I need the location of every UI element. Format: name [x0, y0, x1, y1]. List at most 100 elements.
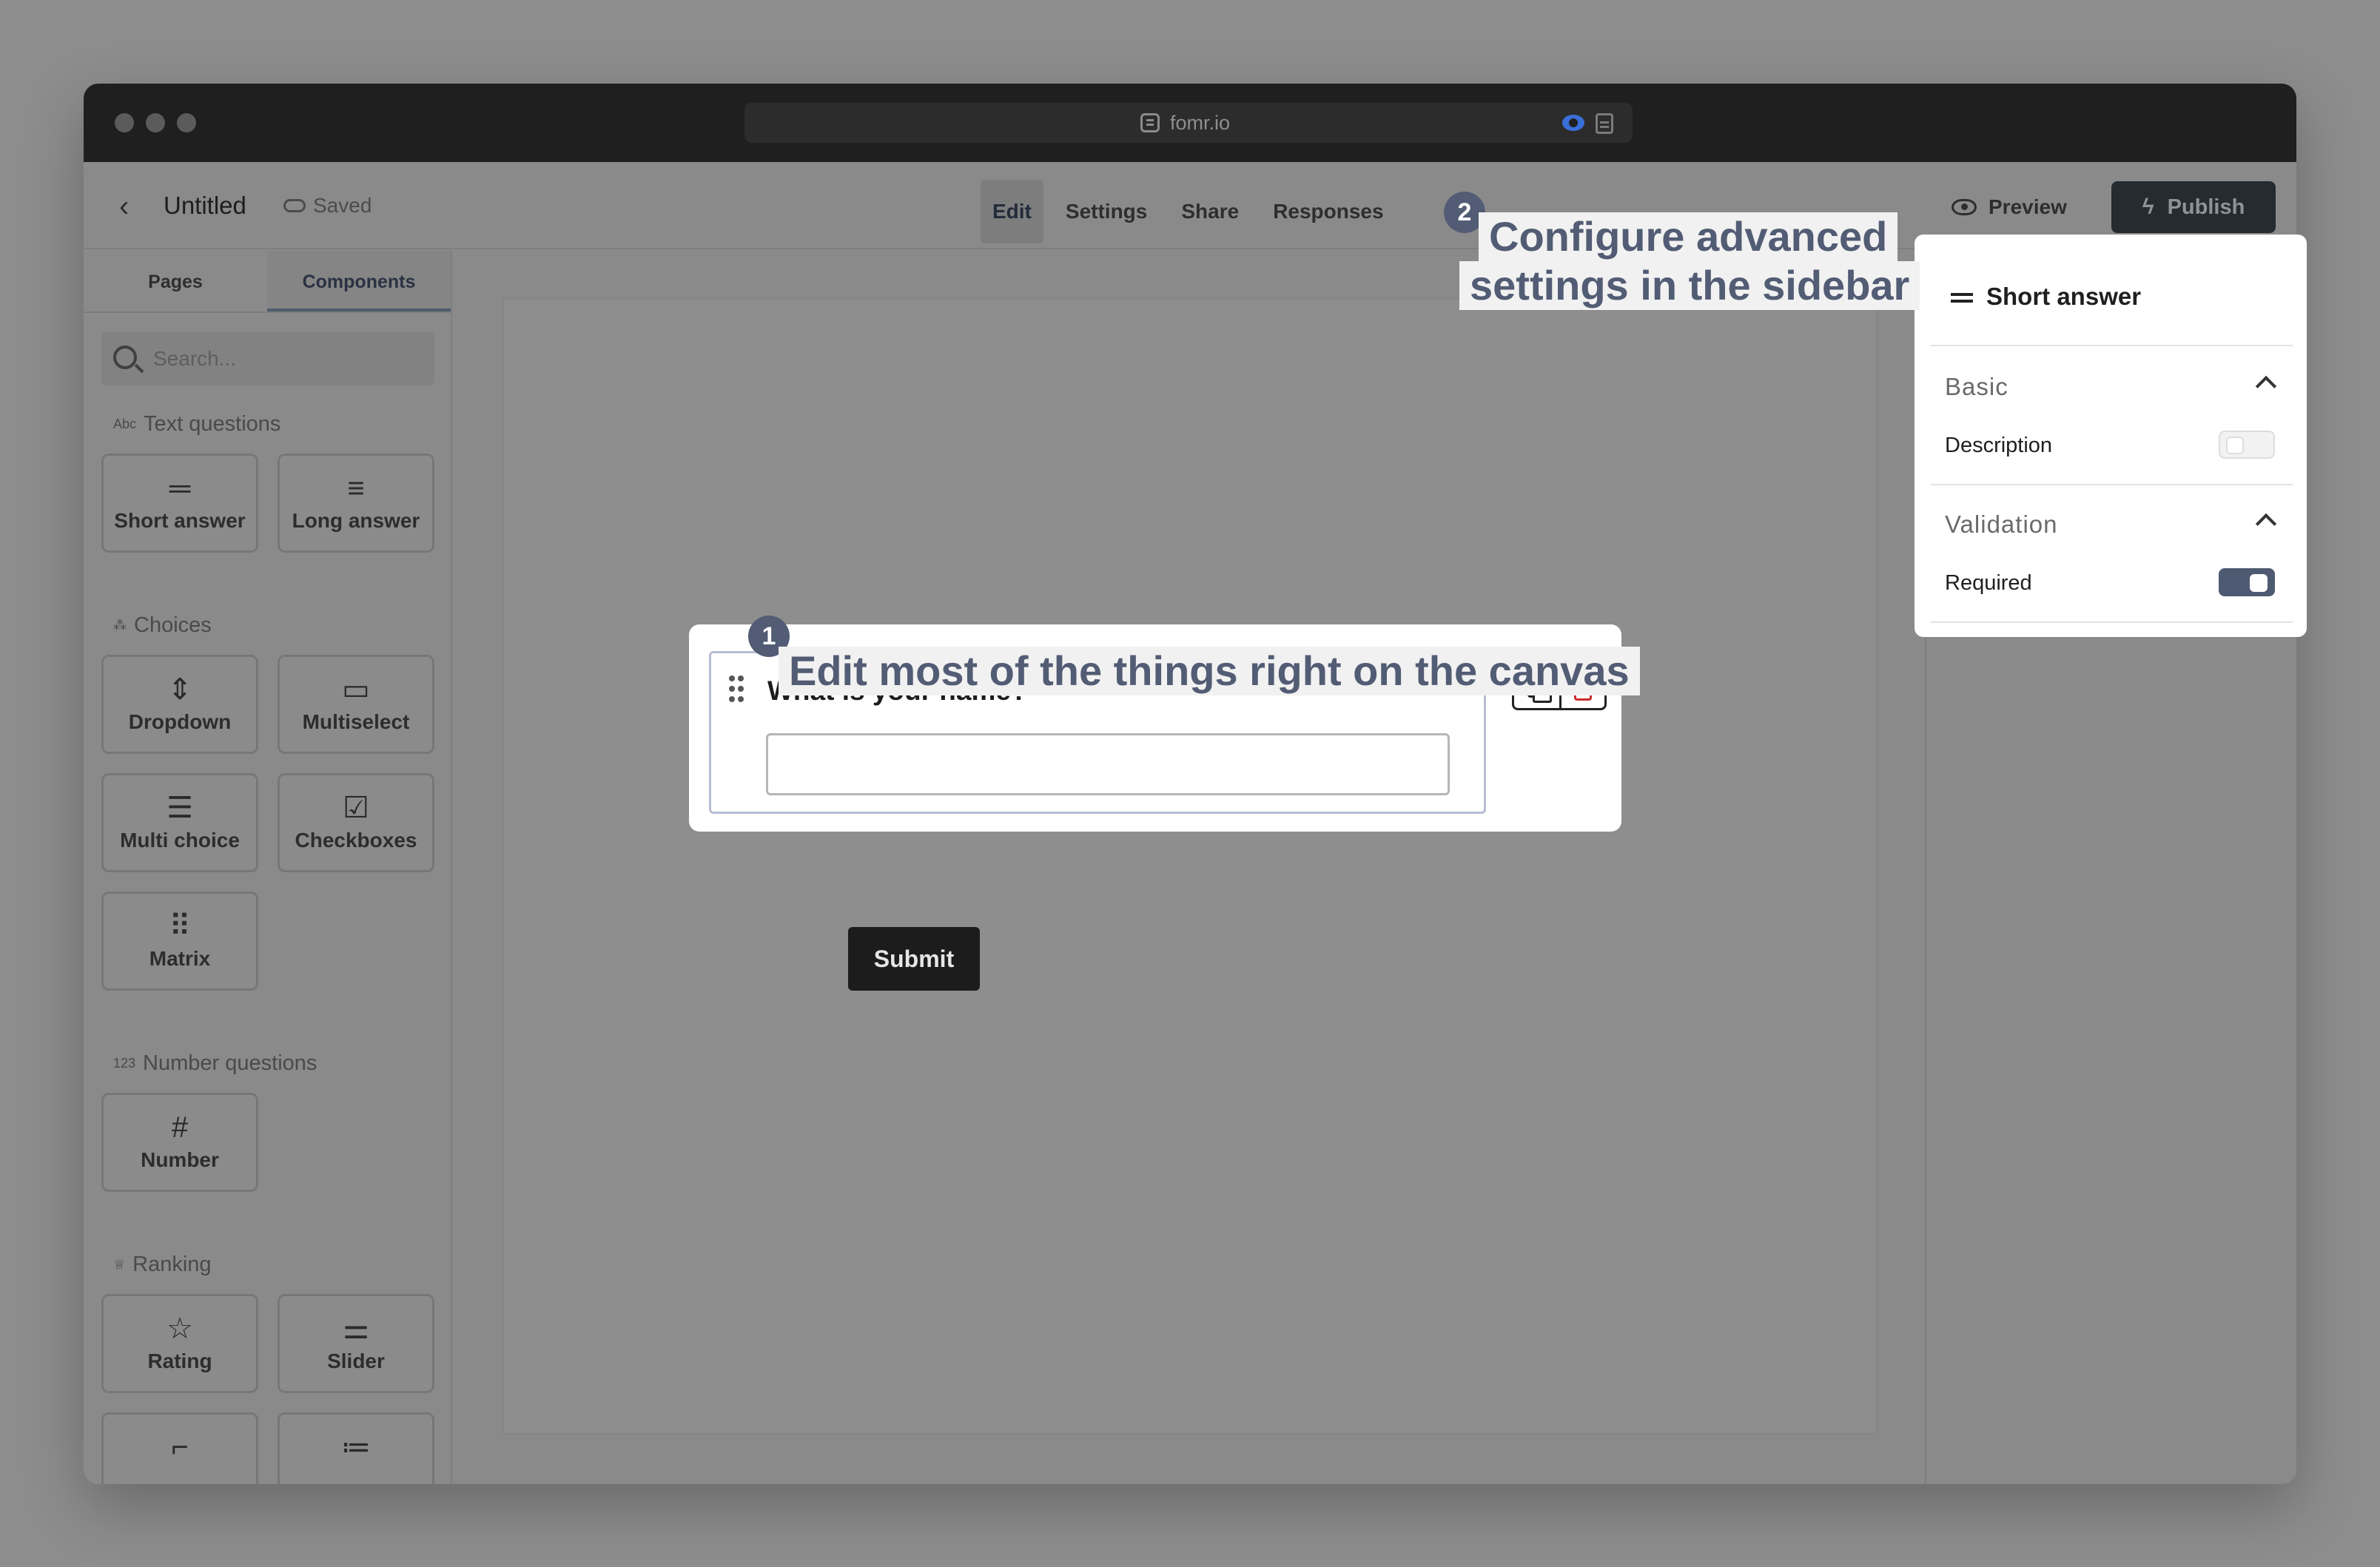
search-input[interactable] [153, 332, 427, 385]
required-toggle[interactable] [2219, 568, 2275, 596]
submit-button[interactable]: Submit [848, 927, 980, 991]
saved-label: Saved [313, 194, 372, 217]
preview-button[interactable]: Preview [1934, 183, 2085, 232]
component-slider[interactable]: ⚌ Slider [278, 1294, 434, 1393]
description-toggle[interactable] [2219, 431, 2275, 459]
form-canvas[interactable] [502, 298, 1878, 1435]
basic-section: Basic Description [1930, 348, 2293, 485]
matrix-icon: ⠿ [169, 910, 191, 943]
publish-label: Publish [2167, 195, 2245, 219]
settings-title: Short answer [1986, 283, 2142, 310]
form-title[interactable]: Untitled [164, 192, 246, 220]
ranked-list-icon: ≔ [341, 1431, 371, 1463]
section-number-questions: 123 Number questions [113, 1051, 317, 1076]
number-123-icon: 123 [113, 1056, 136, 1071]
section-choices: ⁂ Choices [113, 613, 212, 638]
window-controls [115, 113, 196, 132]
slider-icon: ⚌ [343, 1312, 369, 1345]
section-label: Text questions [144, 412, 281, 436]
component-label: Number [141, 1148, 219, 1171]
component-partial[interactable]: ≔ [278, 1412, 434, 1484]
star-icon: ☆ [167, 1312, 193, 1345]
url-text: fomr.io [1170, 112, 1231, 134]
short-answer-icon [1951, 293, 1973, 296]
reader-mode-icon[interactable] [1596, 113, 1613, 134]
section-label: Choices [134, 613, 212, 637]
section-label: Ranking [132, 1253, 212, 1276]
site-icon [1140, 113, 1160, 132]
toggle-knob [2226, 437, 2244, 454]
address-bar[interactable]: fomr.io [744, 103, 1633, 143]
canvas-area [454, 251, 1925, 1484]
save-status: Saved [283, 194, 372, 218]
section-ranking: ♕ Ranking [113, 1253, 212, 1277]
multiselect-icon: ▭ [342, 673, 370, 706]
component-partial[interactable]: ⌐ [101, 1412, 258, 1484]
tab-components[interactable]: Components [267, 251, 451, 311]
component-checkboxes[interactable]: ☑ Checkboxes [278, 773, 434, 872]
component-label: Matrix [149, 947, 211, 970]
component-number[interactable]: # Number [101, 1093, 258, 1192]
browser-titlebar: fomr.io [84, 84, 2296, 162]
chevron-up-icon[interactable] [2255, 375, 2277, 397]
answer-input[interactable] [766, 733, 1450, 795]
component-label: Short answer [114, 509, 246, 532]
toggle-knob [2250, 574, 2268, 592]
component-multi-choice[interactable]: ☰ Multi choice [101, 773, 258, 872]
preview-label: Preview [1989, 195, 2067, 218]
checkboxes-icon: ☑ [343, 792, 369, 824]
drag-handle-icon[interactable] [729, 675, 744, 704]
tab-share[interactable]: Share [1169, 180, 1251, 243]
text-abc-icon: Abc [113, 417, 137, 431]
validation-section: Validation Required [1930, 485, 2293, 623]
component-long-answer[interactable]: ≡ Long answer [278, 454, 434, 553]
cloud-icon [283, 199, 306, 212]
callout-text-2b: settings in the sidebar [1459, 261, 1920, 310]
eye-icon [1952, 199, 1977, 215]
description-label: Description [1945, 434, 2053, 457]
component-label: Multi choice [120, 829, 240, 852]
component-label: Checkboxes [295, 829, 417, 852]
extension-eye-icon[interactable] [1562, 115, 1584, 131]
tab-edit[interactable]: Edit [981, 180, 1043, 243]
component-label: Slider [327, 1349, 385, 1372]
component-multiselect[interactable]: ▭ Multiselect [278, 655, 434, 754]
main-tabs: Edit Settings Share Responses [981, 180, 1406, 243]
component-label: Long answer [292, 509, 420, 532]
callout-text-2a: Configure advanced [1479, 212, 1898, 261]
multi-choice-icon: ☰ [167, 792, 193, 824]
short-answer-icon: ═ [169, 472, 191, 505]
maximize-window-button[interactable] [177, 113, 196, 132]
tab-settings[interactable]: Settings [1054, 180, 1159, 243]
settings-header: Short answer [1930, 252, 2293, 346]
chevron-up-icon[interactable] [2255, 513, 2277, 535]
component-label: Dropdown [128, 710, 232, 733]
trophy-icon: ♕ [113, 1257, 126, 1272]
component-label: Multiselect [302, 710, 410, 733]
validation-heading[interactable]: Validation [1945, 510, 2058, 539]
publish-button[interactable]: ϟ Publish [2111, 181, 2276, 233]
components-sidebar: Pages Components Abc Text questions ═ Sh… [84, 251, 452, 1484]
callout-text-1: Edit most of the things right on the can… [779, 647, 1640, 695]
component-matrix[interactable]: ⠿ Matrix [101, 892, 258, 991]
section-text-questions: Abc Text questions [113, 412, 280, 437]
lightning-icon: ϟ [2142, 195, 2154, 219]
tab-responses[interactable]: Responses [1261, 180, 1395, 243]
minimize-window-button[interactable] [146, 113, 165, 132]
step-icon: ⌐ [171, 1431, 189, 1463]
tab-pages[interactable]: Pages [84, 251, 267, 311]
component-label: Rating [147, 1349, 212, 1372]
hash-icon: # [171, 1111, 189, 1144]
sidebar-tabs: Pages Components [84, 251, 451, 313]
basic-heading[interactable]: Basic [1945, 373, 2008, 401]
search-icon [113, 346, 137, 369]
dropdown-icon: ⇕ [167, 673, 192, 706]
close-window-button[interactable] [115, 113, 134, 132]
component-dropdown[interactable]: ⇕ Dropdown [101, 655, 258, 754]
section-label: Number questions [143, 1051, 317, 1075]
component-rating[interactable]: ☆ Rating [101, 1294, 258, 1393]
required-label: Required [1945, 571, 2032, 595]
choices-icon: ⁂ [113, 618, 127, 633]
back-arrow-icon[interactable]: ‹ [119, 192, 129, 221]
component-short-answer[interactable]: ═ Short answer [101, 454, 258, 553]
